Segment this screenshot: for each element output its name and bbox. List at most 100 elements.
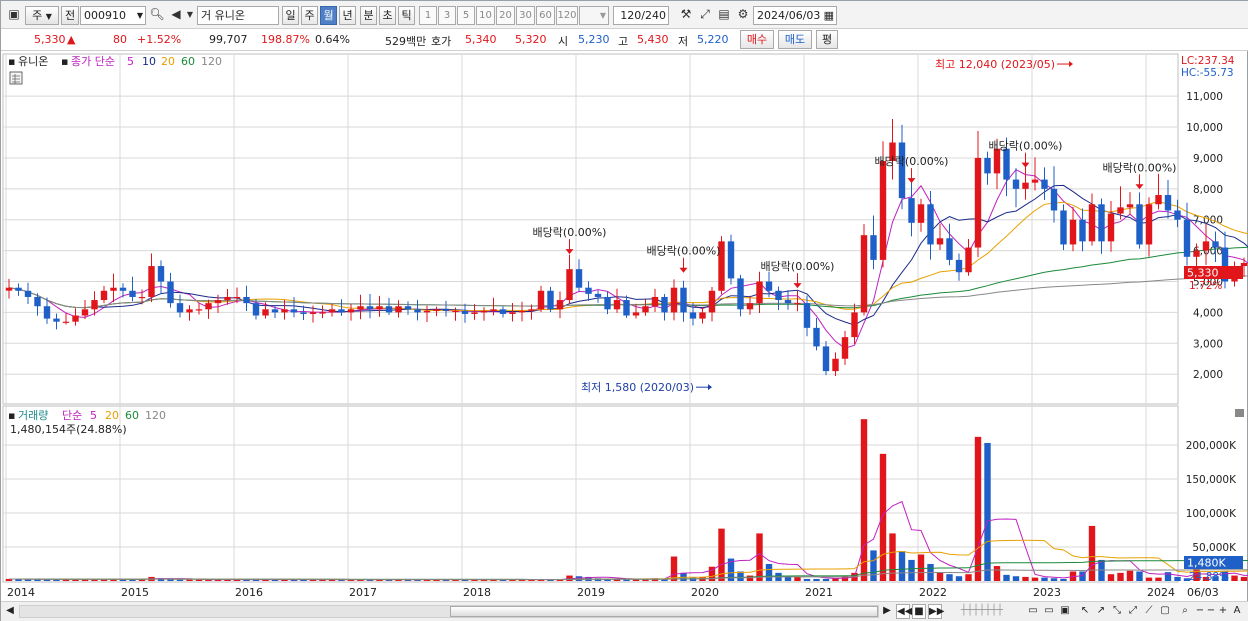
candle-body — [936, 238, 944, 245]
chevron-down-icon[interactable]: ▼ — [184, 6, 196, 25]
period-tick-button[interactable]: 틱 — [398, 6, 415, 25]
candle-body — [319, 312, 326, 314]
interval-20-button[interactable]: 20 — [496, 6, 515, 25]
candle-body — [556, 300, 564, 310]
period-month-button[interactable]: 월 — [320, 6, 337, 25]
candle-body — [898, 142, 906, 199]
volume-info: 1,480,154주(24.88%) — [10, 423, 127, 436]
sell-button[interactable]: 매도 — [778, 30, 812, 49]
interval-30-button[interactable]: 30 — [516, 6, 535, 25]
stock-code-input[interactable]: 000910 ▼ — [80, 6, 146, 25]
draw-tool-icon[interactable]: ↖ — [1078, 604, 1092, 619]
ma60-legend: 60 — [181, 55, 195, 68]
period-day-button[interactable]: 일 — [282, 6, 299, 25]
eval-button[interactable]: 평 — [816, 30, 838, 49]
layout-icon[interactable]: ▣ — [1058, 604, 1072, 619]
interval-60-button[interactable]: 60 — [536, 6, 555, 25]
zoom-out-icon[interactable]: − — [1194, 604, 1206, 619]
ma120-legend: 120 — [201, 55, 222, 68]
count-value: 120 — [620, 9, 642, 22]
bottom-scrollbar[interactable]: ◀ ▶ ◀◀ ■ ▶▶ ┼┼┼┼┼┼┼ ▭ ▭ ▣ ↖ ↗ ⤡ ⤢ ⟋ ▢ ⌕ … — [1, 601, 1248, 621]
font-size-icon[interactable]: A — [1231, 604, 1243, 619]
zoom-icon[interactable]: ⌕ — [1178, 604, 1192, 619]
stop-icon[interactable]: ■ — [912, 604, 926, 619]
candle-body — [214, 300, 222, 304]
speaker-icon[interactable]: ◀ — [167, 6, 185, 25]
volume-panel[interactable] — [2, 405, 1179, 583]
low-price: 5,220 — [697, 33, 729, 46]
scroll-left-icon[interactable]: ◀ — [4, 604, 16, 619]
scroll-thumb[interactable] — [450, 606, 878, 617]
draw-tool-icon[interactable]: ↗ — [1094, 604, 1108, 619]
candle-body — [746, 303, 754, 310]
x-tick-label: 2016 — [235, 586, 263, 599]
fast-forward-icon[interactable]: ▶▶ — [928, 604, 944, 619]
x-tick-label: 2021 — [805, 586, 833, 599]
dividend-label: 배당락(0.00%) — [1103, 161, 1177, 174]
candle-body — [689, 312, 697, 319]
candle-body — [15, 287, 22, 291]
date-input[interactable]: 2024/06/03 ▦ — [753, 6, 837, 25]
draw-tool-icon[interactable]: ⤡ — [1110, 604, 1124, 619]
period-minute-button[interactable]: 분 — [360, 6, 377, 25]
period-year-button[interactable]: 년 — [339, 6, 356, 25]
scroll-right-icon[interactable]: ▶ — [881, 604, 893, 619]
market-type-select[interactable]: 주 ▼ — [25, 6, 59, 25]
candle-body — [1183, 219, 1191, 257]
x-tick-label: 2015 — [121, 586, 149, 599]
count-input[interactable]: 120/240 — [613, 6, 669, 25]
prev-button[interactable]: 전 — [61, 6, 79, 25]
candle-body — [518, 310, 526, 313]
candle-body — [1202, 241, 1210, 251]
interval-5-button[interactable]: 5 — [457, 6, 475, 25]
window-layout-icon[interactable]: ▣ — [5, 6, 23, 25]
candle-body — [509, 312, 516, 314]
candle-body — [53, 318, 60, 322]
custom-interval-select[interactable]: ▼ — [579, 6, 609, 25]
layout-icon[interactable]: ▭ — [1026, 604, 1040, 619]
candle-body — [480, 310, 488, 313]
indicator-icon[interactable]: ⚒ — [677, 6, 695, 25]
rewind-icon[interactable]: ◀◀ — [896, 604, 912, 619]
candle-body — [100, 290, 108, 301]
panel-close-icon[interactable] — [1235, 409, 1244, 417]
draw-line-icon[interactable]: ⤢ — [696, 6, 714, 25]
candle-body — [423, 310, 431, 313]
volume-bar — [1041, 577, 1048, 581]
chart-area[interactable]: 2,0003,0004,0005,0006,0007,0008,0009,000… — [1, 53, 1248, 601]
candle-body — [1088, 204, 1096, 242]
period-second-button[interactable]: 초 — [379, 6, 396, 25]
gear-icon[interactable]: ⚙ — [734, 6, 752, 25]
draw-tool-icon[interactable]: ⟋ — [1142, 604, 1156, 619]
volume-bar — [1107, 574, 1115, 581]
candle-body — [1117, 207, 1124, 214]
save-icon[interactable]: ▤ — [715, 6, 733, 25]
candle-body — [471, 312, 478, 314]
ma-legend-title: 종가 단순 — [71, 55, 115, 68]
volume-bar — [955, 576, 963, 581]
interval-120-button[interactable]: 120 — [556, 6, 578, 25]
period-week-button[interactable]: 주 — [301, 6, 318, 25]
interval-10-button[interactable]: 10 — [476, 6, 495, 25]
volume-bar — [898, 551, 906, 581]
draw-tool-icon[interactable]: ⤢ — [1126, 604, 1140, 619]
search-icon[interactable]: 🔍︎ — [148, 6, 166, 25]
volume-bar — [908, 559, 915, 581]
speed-slider[interactable]: ┼┼┼┼┼┼┼ — [947, 604, 1017, 619]
draw-tool-icon[interactable]: ▢ — [1158, 604, 1172, 619]
scroll-track[interactable] — [19, 605, 879, 618]
layout-icon[interactable]: ▭ — [1042, 604, 1056, 619]
candle-body — [775, 290, 782, 301]
x-tick-label: 2019 — [577, 586, 605, 599]
interval-1-button[interactable]: 1 — [419, 6, 437, 25]
calendar-icon: ▦ — [823, 9, 834, 22]
zoom-in-icon[interactable]: + — [1217, 604, 1229, 619]
volume-bar — [756, 533, 763, 581]
candle-body — [1069, 219, 1077, 245]
panel-menu-icon[interactable] — [1235, 54, 1244, 62]
interval-3-button[interactable]: 3 — [438, 6, 456, 25]
stock-name-field[interactable]: 거 유니온 — [197, 6, 279, 25]
chevron-down-icon: ▼ — [45, 12, 52, 21]
candle-body — [461, 310, 469, 314]
buy-button[interactable]: 매수 — [740, 30, 774, 49]
